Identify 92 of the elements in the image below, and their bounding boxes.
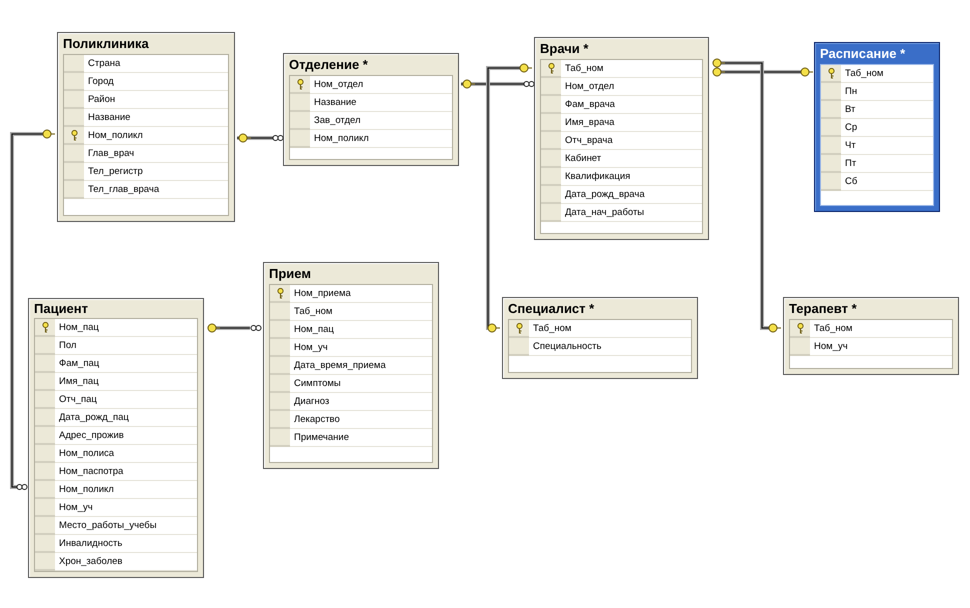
table-title: Расписание * [820, 45, 906, 63]
column-name[interactable]: Ном_пац [55, 319, 197, 337]
row-selector[interactable] [270, 285, 290, 303]
column-name[interactable]: Ном_поликл [55, 481, 197, 499]
column-name[interactable]: Имя_пац [55, 373, 197, 391]
key-icon [276, 288, 284, 298]
column-name[interactable]: Ном_полиса [55, 445, 197, 463]
relationship-line[interactable] [712, 58, 782, 332]
table-title: Специалист * [508, 300, 596, 318]
column-name[interactable]: Ном_отдел [561, 78, 702, 96]
table-node[interactable]: Пациент Ном_пац Пол Фам_пац Имя_пац Отч_пац Дата_рожд_пац Адрес_прожив Ном_полиса Ном_паспотра Ном_поликл Ном_уч Место_работы_учебы Инвалидность Хрон_заболев [28, 298, 204, 578]
column-name[interactable]: Таб_ном [810, 320, 952, 338]
column-name[interactable]: Дата_время_приема [290, 357, 432, 375]
column-name[interactable]: Ном_поликл [310, 130, 452, 148]
column-name[interactable]: Симптомы [290, 375, 432, 393]
column-name[interactable]: Кабинет [561, 150, 702, 168]
column-name[interactable]: Место_работы_учебы [55, 517, 197, 535]
column-name[interactable]: Город [84, 73, 228, 91]
column-name[interactable]: Зав_отдел [310, 112, 452, 130]
column-name[interactable]: Чт [841, 137, 933, 155]
column-name[interactable]: Ном_приема [290, 285, 432, 303]
column-name[interactable]: Диагноз [290, 393, 432, 411]
column-name[interactable]: Пол [55, 337, 197, 355]
table-node[interactable]: Специалист * Таб_ном Специальность [502, 297, 698, 379]
column-name[interactable]: Фам_пац [55, 355, 197, 373]
column-name[interactable]: Отч_пац [55, 391, 197, 409]
table-node[interactable]: Отделение * Ном_отдел Название Зав_отдел Ном_поликл [283, 53, 459, 166]
column-name[interactable]: Таб_ном [561, 60, 702, 78]
column-name[interactable]: Сб [841, 173, 933, 191]
table-title: Терапевт * [789, 300, 858, 318]
column-name[interactable]: Дата_рожд_пац [55, 409, 197, 427]
relationship-line[interactable] [208, 324, 262, 332]
row-selector[interactable] [35, 319, 55, 337]
key-icon [796, 322, 804, 334]
key-icon [42, 322, 48, 332]
column-name[interactable]: Таб_ном [841, 65, 933, 83]
column-name[interactable]: Страна [84, 55, 228, 73]
column-name[interactable]: Отч_врача [561, 132, 702, 150]
column-name[interactable]: Фам_врача [561, 96, 702, 114]
column-name[interactable]: Хрон_заболев [55, 553, 197, 571]
column-name[interactable]: Название [310, 94, 452, 112]
table-node[interactable]: Терапевт * Таб_ном Ном_уч [783, 297, 959, 375]
column-name[interactable]: Ср [841, 119, 933, 137]
table-title: Пациент [34, 300, 90, 318]
column-name[interactable]: Адрес_прожив [55, 427, 197, 445]
column-name[interactable]: Ном_паспотра [55, 463, 197, 481]
row-selector[interactable] [509, 320, 529, 338]
table-node[interactable]: Прием Ном_приема Таб_ном Ном_пац Ном_уч Дата_время_приема Симптомы Диагноз Лекарство Примечание [263, 262, 439, 469]
row-selector[interactable] [64, 127, 84, 145]
column-name[interactable]: Таб_ном [529, 320, 691, 338]
table-title: Врачи * [540, 40, 590, 58]
column-name[interactable]: Район [84, 91, 228, 109]
column-name[interactable]: Дата_рожд_врача [561, 186, 702, 204]
column-name[interactable]: Ном_пац [290, 321, 432, 339]
key-icon [296, 78, 304, 90]
relationship-line[interactable] [712, 68, 814, 76]
column-name[interactable]: Примечание [290, 429, 432, 447]
column-name[interactable]: Пн [841, 83, 933, 101]
row-selector[interactable] [541, 60, 561, 78]
table-node[interactable]: Врачи * Таб_ном Ном_отдел Фам_врача Имя_врача Отч_врача Кабинет Квалификация Дата_рожд_врача Дата_нач_работы [534, 37, 709, 240]
column-name[interactable]: Ном_отдел [310, 76, 452, 94]
column-name[interactable]: Вт [841, 101, 933, 119]
column-name[interactable]: Тел_регистр [84, 163, 228, 181]
row-selector[interactable] [790, 320, 810, 338]
column-name[interactable]: Специальность [529, 338, 691, 356]
column-name[interactable]: Ном_уч [290, 339, 432, 357]
column-name[interactable]: Квалификация [561, 168, 702, 186]
column-name[interactable]: Лекарство [290, 411, 432, 429]
table-node[interactable]: Поликлиника Страна Город Район Название Ном_поликл Глав_врач Тел_регистр Тел_глав_врача [57, 32, 235, 222]
key-icon [70, 130, 78, 140]
column-name[interactable]: Имя_врача [561, 114, 702, 132]
column-name[interactable]: Инвалидность [55, 535, 197, 553]
relationship-line[interactable] [237, 134, 284, 142]
row-selector[interactable] [821, 65, 841, 83]
column-name[interactable]: Ном_уч [55, 499, 197, 517]
row-selector[interactable] [290, 76, 310, 94]
table-title: Поликлиника [63, 35, 150, 53]
key-icon [548, 62, 554, 74]
key-icon [516, 322, 522, 334]
table-node[interactable]: Расписание * Таб_ном Пн Вт Ср Чт Пт Сб [814, 42, 940, 212]
relationship-line[interactable] [461, 80, 534, 88]
column-name[interactable]: Ном_поликл [84, 127, 228, 145]
column-name[interactable]: Пт [841, 155, 933, 173]
key-icon [828, 68, 834, 78]
column-name[interactable]: Глав_врач [84, 145, 228, 163]
column-name[interactable]: Таб_ном [290, 303, 432, 321]
column-name[interactable]: Ном_уч [810, 338, 952, 356]
column-name[interactable]: Тел_глав_врача [84, 181, 228, 199]
column-name[interactable]: Дата_нач_работы [561, 204, 702, 222]
table-title: Прием [269, 265, 312, 283]
column-name[interactable]: Название [84, 109, 228, 127]
table-title: Отделение * [289, 56, 369, 74]
